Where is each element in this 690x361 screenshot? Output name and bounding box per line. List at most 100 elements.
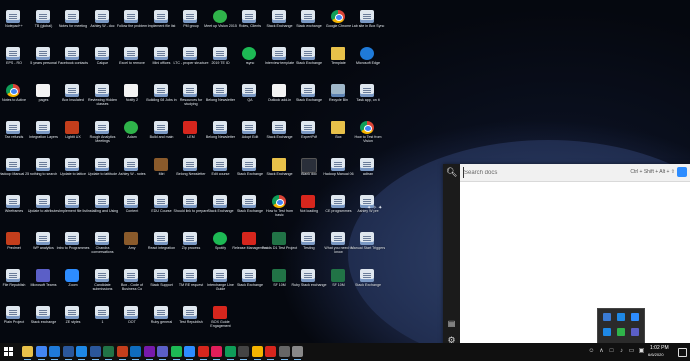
powerpoint-icon[interactable] — [116, 346, 128, 360]
launcher-search-bar: Ctrl + Shift + Alt + ⇧ — [460, 164, 690, 182]
onedrive-icon[interactable] — [631, 313, 639, 321]
desktop-icon[interactable]: Microsoft Edge — [350, 47, 386, 73]
teams-file-icon — [35, 269, 50, 282]
page-file-icon — [301, 84, 315, 97]
page-file-icon — [360, 269, 374, 282]
page-file-icon — [94, 84, 109, 97]
settings-icon[interactable] — [292, 346, 303, 360]
photos-icon[interactable] — [197, 346, 209, 360]
desktop-icon[interactable]: BOX Guide Engagement — [203, 306, 239, 332]
page-file-icon — [6, 306, 20, 319]
desktop-icon[interactable]: Stack Exchange — [350, 269, 386, 295]
terminal-icon[interactable] — [238, 346, 249, 360]
page-file-icon — [94, 121, 109, 134]
onenote-icon[interactable] — [143, 346, 155, 360]
search-input[interactable] — [463, 167, 624, 178]
pdf-file-icon — [212, 306, 227, 319]
teams-icon[interactable] — [157, 346, 168, 360]
page-file-icon — [65, 158, 79, 171]
desktop-icon[interactable]: Lab site in Box Sync — [350, 10, 386, 36]
page-file-icon — [360, 10, 374, 23]
excel-icon[interactable] — [103, 346, 114, 360]
page-file-icon — [124, 10, 138, 23]
page-file-icon — [242, 10, 256, 23]
pdf-file-icon — [183, 121, 197, 134]
page-file-icon — [242, 158, 256, 171]
spotify-icon[interactable] — [170, 346, 182, 360]
page-file-icon — [94, 10, 109, 23]
desktop-icon[interactable]: adtran — [350, 158, 386, 184]
store-icon[interactable] — [62, 346, 74, 360]
page-file-icon — [65, 47, 79, 60]
page-file-icon — [35, 306, 50, 319]
spotify-file-icon — [212, 232, 227, 245]
folder-file-icon — [330, 47, 345, 60]
page-file-icon — [153, 84, 168, 97]
desktop-icon[interactable]: Manual Start Triggers — [350, 232, 386, 258]
zoom-icon[interactable] — [184, 346, 195, 360]
page-file-icon — [183, 306, 197, 319]
page-file-icon — [94, 232, 109, 245]
page-file-icon — [94, 269, 109, 282]
chrome-file-icon — [360, 121, 374, 134]
display-icon[interactable] — [631, 328, 639, 336]
acrobat-icon[interactable] — [265, 346, 276, 360]
page-file-icon — [271, 47, 286, 60]
defender-icon[interactable] — [603, 313, 611, 321]
page-file-icon — [301, 121, 315, 134]
desktop-icon-label: BOX Guide Engagement — [210, 320, 231, 328]
page-file-icon — [124, 47, 138, 60]
desktop-icon-label: Lab site in Box Sync — [351, 24, 385, 28]
chevron-up-icon[interactable]: ∧ — [598, 348, 605, 355]
mail-icon[interactable] — [76, 346, 87, 360]
white-file-icon — [124, 84, 138, 97]
person-icon[interactable]: ☺ — [588, 348, 595, 355]
network-icon[interactable] — [617, 313, 625, 321]
bluetooth-icon[interactable] — [603, 328, 611, 336]
volume-icon[interactable]: ♪ — [618, 348, 625, 355]
page-file-icon — [212, 158, 227, 171]
chrome-icon[interactable] — [35, 346, 47, 360]
network-icon[interactable]: □ — [608, 348, 615, 355]
sync-icon[interactable] — [617, 328, 625, 336]
page-file-icon — [35, 10, 50, 23]
ppt-file-icon — [65, 121, 79, 134]
launcher-results-area — [460, 182, 690, 350]
slack-icon[interactable] — [211, 346, 222, 360]
clock-time[interactable]: 1:02 PM — [650, 345, 669, 351]
notification-icon[interactable] — [678, 348, 687, 357]
page-file-icon — [212, 269, 227, 282]
page-file-icon — [301, 10, 315, 23]
desktop-icon[interactable]: Task app, on it — [350, 84, 386, 110]
vscode-icon[interactable] — [224, 346, 236, 360]
edge-file-icon — [360, 47, 374, 60]
page-file-icon — [301, 232, 315, 245]
paint-icon[interactable] — [251, 346, 263, 360]
system-tray: ☺ ∧ □ ♪ ▭ ▣ 1:02 PM 6/6/2020 — [588, 343, 690, 361]
page-file-icon — [330, 232, 345, 245]
recycle-file-icon — [330, 84, 345, 97]
calculator-icon[interactable] — [278, 346, 290, 360]
battery-icon[interactable]: ▭ — [628, 348, 635, 355]
start-button[interactable] — [4, 347, 14, 357]
page-file-icon — [271, 121, 286, 134]
page-file-icon — [183, 232, 197, 245]
folder-icon[interactable]: ▤ — [446, 319, 457, 329]
search-icon[interactable]: 🔍︎ — [446, 167, 457, 178]
desktop-icon-grid: Notepad++ TB (global) Notes for meeting Ash… — [0, 0, 395, 343]
page-file-icon — [35, 47, 50, 60]
page-file-icon — [301, 47, 315, 60]
outlook-icon[interactable] — [130, 346, 141, 360]
app-logo-icon[interactable] — [677, 167, 687, 177]
page-file-icon — [6, 47, 20, 60]
word-icon[interactable] — [89, 346, 101, 360]
language-icon[interactable]: ▣ — [638, 348, 645, 355]
page-file-icon — [94, 158, 109, 171]
file-explorer-icon[interactable] — [22, 346, 33, 360]
desktop-icon-label: How to Test from Vision — [354, 135, 382, 143]
page-file-icon — [6, 10, 20, 23]
desktop-icon[interactable]: How to Test from Vision — [350, 121, 386, 147]
edge-icon[interactable] — [49, 346, 60, 360]
pdf-file-icon — [301, 195, 315, 208]
clock-date[interactable]: 6/6/2020 — [648, 352, 664, 357]
